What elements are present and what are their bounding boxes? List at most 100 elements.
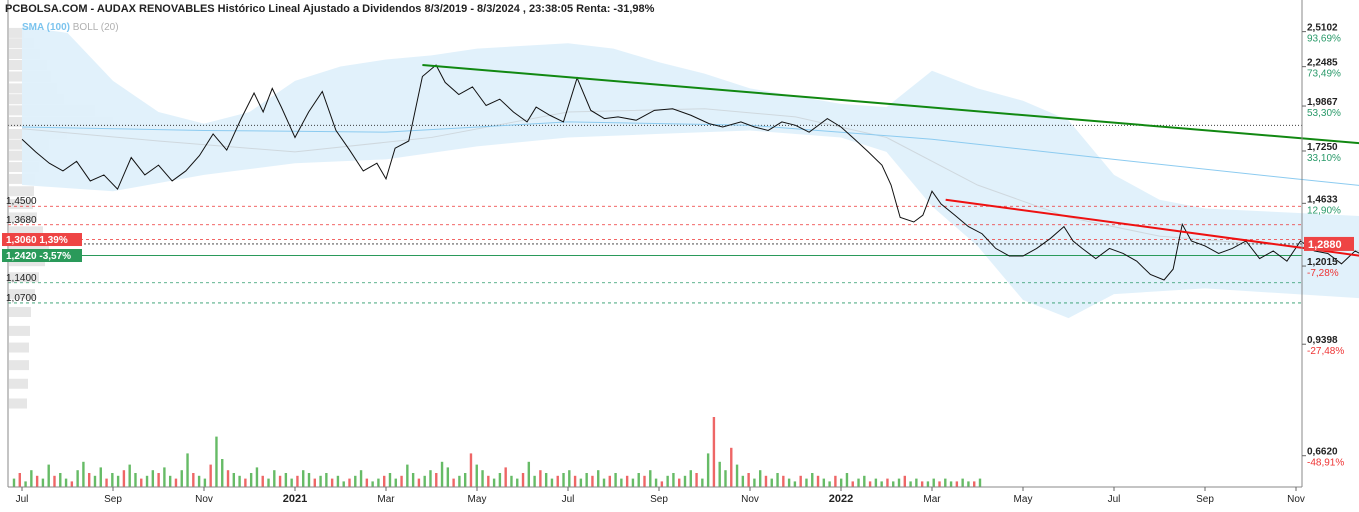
volume-bar [417, 478, 421, 487]
volume-bar [625, 475, 629, 487]
volume-bar [915, 478, 918, 487]
volume-bar [544, 473, 548, 487]
volume-bar [319, 475, 322, 487]
volume-bar [296, 475, 299, 487]
profile-bar [9, 186, 34, 197]
volume-bar [718, 461, 721, 487]
x-tick-label: May [468, 494, 487, 505]
volume-bar [157, 473, 160, 487]
level-label: 1,1400 [6, 273, 37, 284]
volume-bar [932, 478, 935, 487]
right-tick-pct: 93,69% [1307, 34, 1341, 45]
volume-bar [758, 470, 762, 487]
volume-bar [608, 475, 611, 487]
volume-bar [76, 470, 79, 487]
volume-bar [839, 478, 843, 487]
right-tick-pct: 12,90% [1307, 205, 1341, 216]
x-tick-label: Mar [923, 494, 941, 505]
volume-bar [377, 478, 380, 487]
volume-bar [307, 473, 311, 487]
volume-bar [874, 478, 878, 487]
volume-bar [354, 475, 357, 487]
volume-bar [828, 481, 831, 487]
volume-bar [221, 459, 224, 487]
indicator-legend: SMA (100) BOLL (20) [22, 22, 119, 33]
volume-bar [255, 467, 259, 487]
volume-bar [967, 481, 970, 487]
right-tick-pct: 33,10% [1307, 153, 1341, 164]
volume-bar [770, 478, 773, 487]
volume-bar [660, 481, 664, 487]
level-badge-label: 1,2420 -3,57% [6, 251, 71, 262]
volume-bar [64, 478, 68, 487]
volume-bar [87, 473, 91, 487]
volume-bar [521, 473, 525, 487]
volume-bar [168, 475, 172, 487]
volume-bar [273, 470, 276, 487]
volume-bar [637, 473, 640, 487]
x-tick-label: Jul [1108, 494, 1121, 505]
volume-bar [186, 453, 189, 487]
volume-bar [197, 475, 201, 487]
x-tick-label: Nov [1287, 494, 1305, 505]
volume-bar [429, 470, 432, 487]
right-tick-price: 0,6620 [1307, 447, 1338, 458]
volume-bar [481, 470, 484, 487]
volume-bar [955, 481, 959, 487]
profile-bar [9, 398, 27, 409]
legend-sma[interactable]: SMA (100) [22, 22, 70, 33]
volume-bar [776, 473, 779, 487]
volume-bar [30, 470, 33, 487]
level-label: 1,3680 [6, 215, 37, 226]
volume-bar [93, 475, 97, 487]
volume-bar [602, 478, 606, 487]
volume-bar [111, 473, 114, 487]
volume-bar [712, 417, 716, 487]
legend-boll[interactable]: BOLL (20) [73, 22, 119, 33]
volume-bar [533, 475, 536, 487]
volume-bar [41, 478, 45, 487]
volume-bar [585, 473, 588, 487]
volume-bar [82, 461, 85, 487]
volume-bar [735, 464, 739, 487]
volume-bars [12, 417, 982, 487]
volume-bar [909, 481, 912, 487]
volume-bar [116, 475, 120, 487]
right-axis: 2,510293,69% 2,248573,49% 1,986753,30% 1,72… [1302, 23, 1354, 469]
volume-bar [313, 478, 316, 487]
right-tick-price: 1,9867 [1307, 97, 1338, 108]
volume-bar [400, 475, 403, 487]
volume-bar [926, 481, 930, 487]
right-tick-pct: 53,30% [1307, 108, 1341, 119]
volume-bar [469, 453, 473, 487]
volume-bar [261, 475, 264, 487]
volume-bar [868, 481, 872, 487]
volume-bar [782, 475, 785, 487]
x-tick-label: 2022 [829, 493, 853, 505]
volume-bar [741, 475, 745, 487]
last-price-label: 1,2880 [1308, 239, 1342, 251]
volume-bar [701, 478, 704, 487]
right-tick-pct: 73,49% [1307, 69, 1341, 80]
volume-bar [336, 475, 340, 487]
volume-bar [579, 478, 583, 487]
volume-bar [24, 481, 27, 487]
right-tick-price: 1,7250 [1307, 142, 1338, 153]
x-tick-label: May [1014, 494, 1033, 505]
volume-bar [105, 478, 108, 487]
volume-bar [539, 470, 542, 487]
level-label: 1,4500 [6, 196, 37, 207]
bollinger-band [21, 26, 1359, 319]
volume-bar [834, 475, 837, 487]
volume-bar [249, 473, 253, 487]
volume-bar [174, 478, 178, 487]
x-tick-label: Mar [377, 494, 395, 505]
x-tick-label: 2021 [283, 493, 307, 505]
volume-bar [180, 470, 183, 487]
volume-bar [938, 481, 941, 487]
volume-bar [440, 461, 444, 487]
volume-bar [365, 478, 369, 487]
volume-bar [53, 475, 56, 487]
volume-bar [359, 470, 363, 487]
volume-bar [47, 464, 50, 487]
